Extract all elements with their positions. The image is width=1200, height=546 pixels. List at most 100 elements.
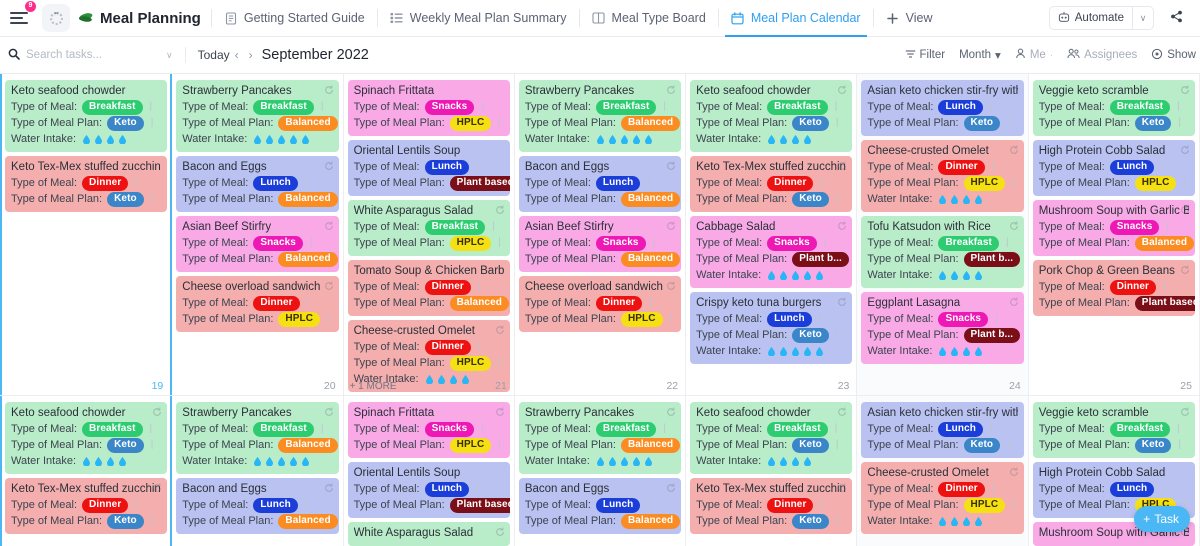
meal-plan-badge[interactable]: HPLC — [449, 437, 492, 453]
calendar-day-cell[interactable]: Keto seafood chowder Type of Meal: Breakfa… — [0, 396, 173, 546]
calendar-day-cell[interactable]: Veggie keto scramble Type of Meal: Breakfa… — [1028, 74, 1200, 395]
task-card[interactable]: Asian keto chicken stir-fry with bro Type… — [861, 80, 1024, 136]
task-card[interactable]: Oriental Lentils Soup Type of Meal: Lunch |… — [347, 462, 510, 518]
meal-type-badge[interactable]: Dinner — [82, 497, 129, 513]
calendar-day-cell[interactable]: Strawberry Pancakes Type of Meal: Breakfas… — [172, 396, 344, 546]
meal-type-badge[interactable]: Dinner — [595, 295, 643, 311]
meal-plan-badge[interactable]: Keto — [792, 513, 829, 529]
meal-type-badge[interactable]: Dinner — [767, 175, 814, 191]
meal-plan-badge[interactable]: Balanced — [620, 115, 681, 131]
meal-type-badge[interactable]: Snacks — [1109, 219, 1160, 235]
meal-plan-badge[interactable]: Plant b... — [792, 251, 849, 267]
water-drops[interactable] — [766, 270, 824, 280]
search-box[interactable] — [8, 48, 158, 63]
meal-type-badge[interactable]: Snacks — [424, 99, 475, 115]
meal-plan-badge[interactable]: Keto — [1134, 115, 1172, 131]
meal-type-badge[interactable]: Dinner — [424, 279, 471, 295]
task-card[interactable]: Cabbage Salad Type of Meal: Snacks | Type of… — [690, 216, 853, 288]
add-task-fab[interactable]: + Task — [1134, 506, 1190, 532]
tab-meal-plan-calendar[interactable]: Meal Plan Calendar — [724, 0, 867, 37]
meal-plan-badge[interactable]: Balanced — [620, 191, 681, 207]
task-card[interactable]: Bacon and Eggs Type of Meal: Lunch | Type of… — [176, 478, 339, 534]
meal-type-badge[interactable]: Lunch — [424, 481, 470, 497]
meal-plan-badge[interactable]: Balanced — [620, 251, 681, 267]
task-card[interactable]: Oriental Lentils Soup Type of Meal: Lunch |… — [347, 140, 510, 196]
meal-plan-badge[interactable]: Balanced — [278, 115, 338, 131]
meal-plan-badge[interactable]: HPLC — [449, 235, 492, 251]
meal-type-badge[interactable]: Breakfast — [82, 421, 143, 437]
calendar-day-cell[interactable]: Strawberry Pancakes Type of Meal: Breakfas… — [514, 396, 687, 546]
water-drops[interactable] — [937, 346, 983, 356]
meal-type-badge[interactable]: Snacks — [938, 311, 989, 327]
task-card[interactable]: Cheese overload sandwich Type of Meal: Din… — [176, 276, 339, 332]
tab-getting-started-guide[interactable]: Getting Started Guide — [222, 0, 367, 37]
meal-plan-badge[interactable]: Balanced — [278, 513, 338, 529]
task-card[interactable]: Cheese-crusted Omelet Type of Meal: Dinner… — [861, 140, 1024, 212]
calendar-day-cell[interactable]: Keto seafood chowder Type of Meal: Breakfa… — [686, 396, 858, 546]
meal-plan-badge[interactable]: Plant b... — [963, 327, 1021, 343]
filter-button[interactable]: Filter — [905, 49, 945, 62]
search-input[interactable] — [26, 49, 136, 61]
meal-plan-badge[interactable]: Plant based — [1134, 295, 1195, 311]
water-drops[interactable] — [81, 134, 127, 144]
calendar-day-cell[interactable]: Asian keto chicken stir-fry with bro Type… — [857, 74, 1029, 395]
water-drops[interactable] — [766, 346, 824, 356]
task-card[interactable]: Keto Tex-Mex stuffed zucchini b Type of M… — [690, 156, 853, 212]
tab-meal-type-board[interactable]: Meal Type Board — [590, 0, 708, 37]
meal-type-badge[interactable]: Dinner — [938, 481, 985, 497]
meal-plan-badge[interactable]: Balanced — [620, 437, 681, 453]
add-view-button[interactable]: View — [884, 0, 935, 37]
task-card[interactable]: Bacon and Eggs Type of Meal: Lunch | Type of… — [176, 156, 339, 212]
meal-plan-badge[interactable]: Balanced — [278, 191, 338, 207]
meal-plan-badge[interactable]: Keto — [963, 115, 1001, 131]
water-drops[interactable] — [595, 456, 652, 466]
meal-type-badge[interactable]: Breakfast — [767, 99, 828, 115]
meal-type-badge[interactable]: Dinner — [938, 159, 985, 175]
meal-type-badge[interactable]: Breakfast — [82, 99, 143, 115]
calendar-day-cell[interactable]: Strawberry Pancakes Type of Meal: Breakfas… — [172, 74, 344, 395]
share-button[interactable] — [1164, 6, 1194, 30]
app-title[interactable]: Meal Planning — [78, 10, 201, 27]
task-card[interactable]: Keto Tex-Mex stuffed zucchini b Type of M… — [5, 478, 168, 534]
meal-plan-badge[interactable]: HPLC — [620, 311, 663, 327]
meal-type-badge[interactable]: Dinner — [253, 295, 300, 311]
meal-plan-badge[interactable]: Balanced — [449, 295, 509, 311]
meal-plan-badge[interactable]: Keto — [107, 513, 144, 529]
water-drops[interactable] — [937, 516, 983, 526]
meal-plan-badge[interactable]: Balanced — [620, 513, 681, 529]
meal-type-badge[interactable]: Lunch — [424, 159, 470, 175]
meal-type-badge[interactable]: Dinner — [82, 175, 129, 191]
task-card[interactable]: Keto seafood chowder Type of Meal: Breakfa… — [690, 402, 853, 474]
meal-plan-badge[interactable]: Keto — [792, 115, 829, 131]
meal-plan-badge[interactable]: HPLC — [449, 355, 492, 371]
meal-type-badge[interactable]: Breakfast — [595, 421, 657, 437]
task-card[interactable]: Keto seafood chowder Type of Meal: Breakfa… — [690, 80, 853, 152]
task-card[interactable]: Tomato Soup & Chicken Barbecue Type of Me… — [347, 260, 510, 316]
task-card[interactable]: Bacon and Eggs Type of Meal: Lunch | Type of… — [518, 478, 682, 534]
today-button[interactable]: Today — [198, 48, 230, 62]
meal-type-badge[interactable]: Lunch — [253, 175, 298, 191]
show-button[interactable]: Show — [1151, 48, 1196, 63]
task-card[interactable]: Keto seafood chowder Type of Meal: Breakfa… — [5, 402, 168, 474]
task-card[interactable]: Spinach Frittata Type of Meal: Snacks | Type… — [347, 80, 510, 136]
meal-type-badge[interactable]: Breakfast — [253, 99, 314, 115]
more-tasks-link[interactable]: + 1 MORE — [350, 381, 397, 392]
meal-type-badge[interactable]: Snacks — [595, 235, 646, 251]
calendar-day-cell[interactable]: Spinach Frittata Type of Meal: Snacks | Type… — [343, 396, 515, 546]
meal-plan-badge[interactable]: Balanced — [278, 251, 338, 267]
meal-plan-badge[interactable]: Balanced — [1134, 235, 1195, 251]
meal-type-badge[interactable]: Breakfast — [1109, 99, 1171, 115]
meal-type-badge[interactable]: Snacks — [767, 235, 817, 251]
meal-plan-badge[interactable]: HPLC — [449, 115, 492, 131]
task-card[interactable]: Spinach Frittata Type of Meal: Snacks | Type… — [347, 402, 510, 458]
water-drops[interactable] — [595, 134, 652, 144]
task-card[interactable]: Strawberry Pancakes Type of Meal: Breakfas… — [518, 80, 682, 152]
task-card[interactable]: Strawberry Pancakes Type of Meal: Breakfas… — [176, 80, 339, 152]
menu-icon[interactable]: 9 — [8, 1, 36, 31]
task-card[interactable]: Strawberry Pancakes Type of Meal: Breakfas… — [518, 402, 682, 474]
task-card[interactable]: Asian Beef Stirfry Type of Meal: Snacks | Ty… — [518, 216, 682, 272]
tab-weekly-meal-plan-summary[interactable]: Weekly Meal Plan Summary — [388, 0, 569, 37]
meal-type-badge[interactable]: Lunch — [595, 175, 641, 191]
me-filter-button[interactable]: Me · — [1015, 48, 1053, 62]
meal-plan-badge[interactable]: HPLC — [278, 311, 321, 327]
